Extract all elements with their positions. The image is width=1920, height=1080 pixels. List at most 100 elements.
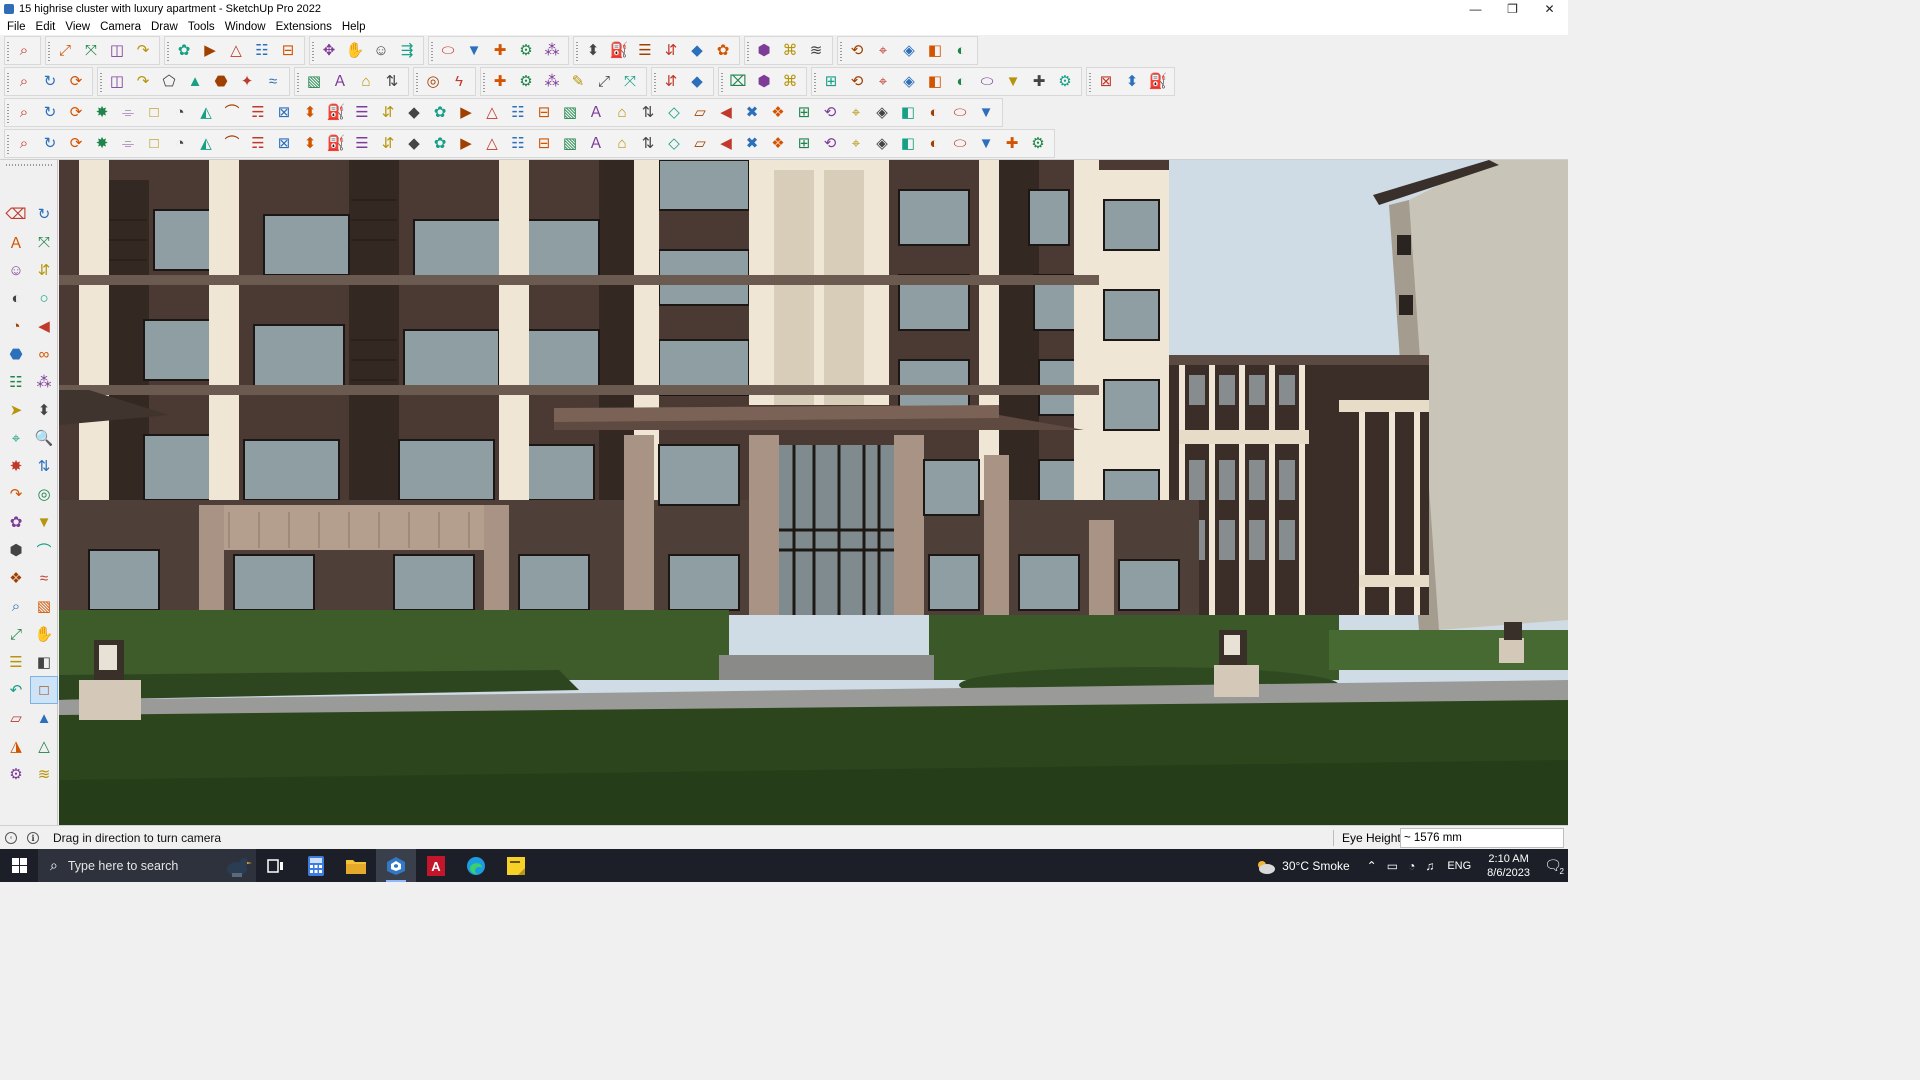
orbit-icon[interactable]: ↻	[30, 200, 58, 228]
section-plane-icon[interactable]: ▲	[30, 704, 58, 732]
cone-icon[interactable]: ▶	[455, 102, 477, 124]
taskbar-sketchup[interactable]	[376, 849, 416, 882]
component-icon[interactable]: ⁂	[541, 40, 563, 62]
stripe-c-icon[interactable]: ⊞	[793, 133, 815, 155]
walk-icon[interactable]: ↶	[2, 676, 30, 704]
house-wide-icon[interactable]: ✎	[567, 71, 589, 93]
block-b-icon[interactable]: ◀	[715, 133, 737, 155]
section-fill-icon[interactable]: ⬢	[753, 40, 775, 62]
taskbar-calculator[interactable]	[296, 849, 336, 882]
tag-icon[interactable]: ⟲	[846, 40, 868, 62]
rod-icon[interactable]: ☴	[247, 133, 269, 155]
text-icon[interactable]: ☺	[370, 40, 392, 62]
dots-icon[interactable]: ⛽	[325, 102, 347, 124]
restore-button[interactable]: ❐	[1494, 0, 1531, 18]
cube-tool-icon[interactable]: ◀	[715, 102, 737, 124]
polygon-icon[interactable]: ⬢	[753, 71, 775, 93]
menu-draw[interactable]: Draw	[146, 21, 183, 33]
extension-icon[interactable]: ☰	[634, 40, 656, 62]
ladder-icon[interactable]: ⊠	[273, 133, 295, 155]
tape-icon[interactable]: ✿	[2, 508, 30, 536]
comb-icon[interactable]: ✚	[1001, 133, 1023, 155]
plane-d-icon[interactable]: ✸	[91, 102, 113, 124]
wedge-icon[interactable]: ▼	[975, 133, 997, 155]
stripe-e-icon[interactable]: ⌖	[845, 133, 867, 155]
protractor-icon[interactable]: ⬢	[2, 536, 30, 564]
drop-icon[interactable]: △	[481, 102, 503, 124]
info-icon[interactable]: i	[27, 831, 39, 844]
knot-icon[interactable]: ▧	[559, 102, 581, 124]
stair-icon[interactable]: ⬍	[299, 133, 321, 155]
layers-icon[interactable]: ⛽	[608, 40, 630, 62]
search-icon[interactable]: ⌕	[13, 40, 35, 62]
taskbar-search[interactable]: ⌕ Type here to search	[38, 849, 256, 882]
pan-icon[interactable]: ▧	[30, 592, 58, 620]
wheel-icon[interactable]: ◐	[923, 133, 945, 155]
paint-bucket-icon[interactable]: Ａ	[2, 228, 30, 256]
measurements-field[interactable]: ~ 1576 mm	[1400, 828, 1564, 848]
select-icon[interactable]: ⤢	[54, 40, 76, 62]
intersect-icon[interactable]: ↷	[132, 71, 154, 93]
plane-e-icon[interactable]: ⌯	[117, 102, 139, 124]
up-arrow-icon[interactable]: ⌘	[779, 40, 801, 62]
layers-b-icon[interactable]: ⚙	[2, 760, 30, 788]
arc-icon[interactable]: ☷	[2, 368, 30, 396]
house-outline-icon[interactable]: ⁂	[541, 71, 563, 93]
taskbar-file-explorer[interactable]	[336, 849, 376, 882]
pen-tool-icon[interactable]: ⟳	[65, 133, 87, 155]
user-icon[interactable]: ⇵	[660, 40, 682, 62]
shape-b-icon[interactable]: ▼	[1002, 71, 1024, 93]
select-icon[interactable]: ⌫	[2, 200, 30, 228]
union-icon[interactable]: ⬠	[158, 71, 180, 93]
extension-warehouse-icon[interactable]: △	[30, 732, 58, 760]
text-icon[interactable]: ⌒	[30, 536, 58, 564]
rotate-icon[interactable]: ⊟	[277, 40, 299, 62]
grid-e-icon[interactable]: ▼	[975, 102, 997, 124]
grid-icon[interactable]: ⟲	[819, 102, 841, 124]
cut-icon[interactable]: ✸	[91, 133, 113, 155]
curve-b-icon[interactable]: ⬭	[949, 102, 971, 124]
move-icon[interactable]: ⌖	[2, 424, 30, 452]
push-pull-icon[interactable]: 🔍	[30, 424, 58, 452]
lasso-icon[interactable]: ↷	[132, 40, 154, 62]
rotate-icon[interactable]: ✸	[2, 452, 30, 480]
model-viewport[interactable]	[59, 160, 1568, 825]
circle-icon[interactable]: ⬣	[2, 340, 30, 368]
clock[interactable]: 2:10 AM 8/6/2023	[1487, 852, 1530, 880]
fan-icon[interactable]: ⌂	[611, 133, 633, 155]
barrel-icon[interactable]: ⇵	[377, 133, 399, 155]
shape-f-icon[interactable]: ⬍	[1121, 71, 1143, 93]
sphere-icon[interactable]: ◭	[195, 133, 217, 155]
fan-d-icon[interactable]: ▱	[689, 133, 711, 155]
grid-d-icon[interactable]: ◧	[897, 102, 919, 124]
eraser-icon[interactable]: ⤧	[30, 228, 58, 256]
sandbox-icon[interactable]: ◎	[422, 71, 444, 93]
look-around-icon[interactable]: □	[30, 676, 58, 704]
loop-icon[interactable]: ◔	[169, 102, 191, 124]
pencil-icon[interactable]: ◫	[106, 40, 128, 62]
line-icon[interactable]: ⛽	[325, 133, 347, 155]
zoom-extents-icon[interactable]: ⚙	[515, 40, 537, 62]
frame-icon[interactable]: ☴	[247, 102, 269, 124]
polygon-icon[interactable]: ∞	[30, 340, 58, 368]
geo-location-icon[interactable]: ◦	[5, 831, 17, 844]
cross-icon[interactable]: ⇵	[377, 102, 399, 124]
style-icon[interactable]: ◐	[950, 40, 972, 62]
follow-me-icon[interactable]: △	[225, 40, 247, 62]
gem-icon[interactable]: ⊞	[793, 102, 815, 124]
plane-b-icon[interactable]: ↻	[39, 102, 61, 124]
scissors-icon[interactable]: ◐	[923, 102, 945, 124]
warehouse-icon[interactable]: ⬍	[582, 40, 604, 62]
square-icon[interactable]: ◭	[195, 102, 217, 124]
circle-a-icon[interactable]: ◆	[686, 71, 708, 93]
cube-tool-b-icon[interactable]: ✖	[741, 102, 763, 124]
smoove-icon[interactable]: ϟ	[448, 71, 470, 93]
lightning-icon[interactable]: ◧	[924, 71, 946, 93]
section-cut-icon[interactable]: Ａ	[329, 71, 351, 93]
axes-icon[interactable]: ◆	[686, 40, 708, 62]
notification-center-button[interactable]: 🗨 2	[1538, 849, 1568, 882]
shape-a-icon[interactable]: ⬭	[976, 71, 998, 93]
chevron-up-icon[interactable]: ⌃	[1367, 859, 1377, 873]
orbit-icon[interactable]: ⬭	[437, 40, 459, 62]
cube-tool-c-icon[interactable]: ❖	[767, 102, 789, 124]
